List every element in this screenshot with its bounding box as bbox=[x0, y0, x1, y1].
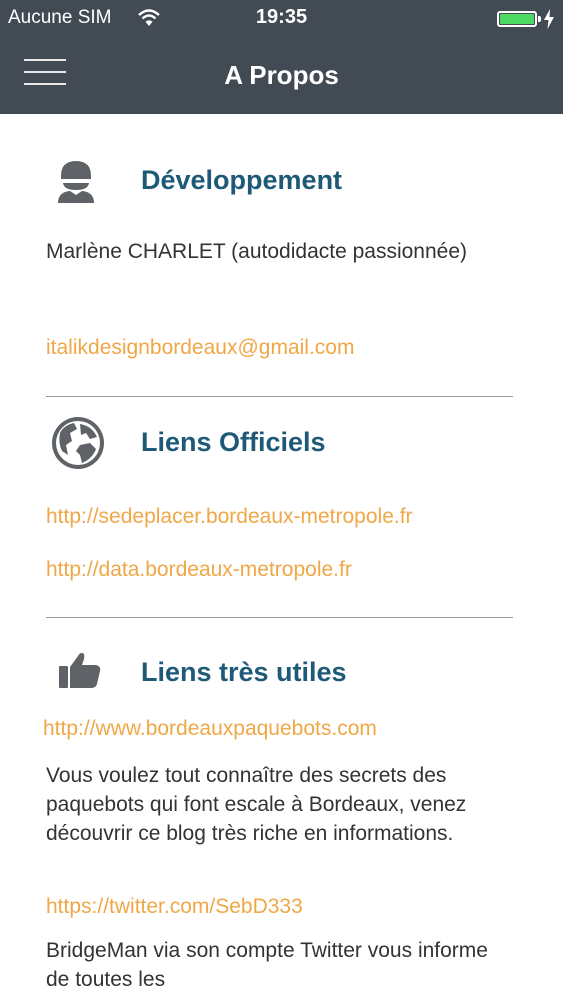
twitter-description: BridgeMan via son compte Twitter vous in… bbox=[46, 939, 488, 991]
battery-fill bbox=[500, 14, 534, 24]
status-bar: Aucune SIM 19:35 bbox=[0, 0, 563, 36]
battery-tip bbox=[538, 16, 541, 22]
section-divider bbox=[46, 617, 513, 618]
official-link-sedeplacer[interactable]: http://sedeplacer.bordeaux-metropole.fr bbox=[46, 505, 413, 529]
developer-name: Marlène CHARLET (autodidacte passionnée) bbox=[46, 240, 468, 263]
navigation-bar: A Propos bbox=[0, 36, 563, 114]
charging-bolt-icon bbox=[544, 9, 554, 29]
section-official-links-title: Liens Officiels bbox=[141, 427, 326, 457]
useful-link-paquebots[interactable]: http://www.bordeauxpaquebots.com bbox=[43, 717, 377, 741]
section-development-header: Développement bbox=[0, 154, 563, 214]
paquebots-description: Vous voulez tout connaître des secrets d… bbox=[46, 764, 467, 845]
globe-icon bbox=[52, 417, 104, 469]
official-link-data[interactable]: http://data.bordeaux-metropole.fr bbox=[46, 558, 352, 582]
battery-icon bbox=[497, 11, 537, 27]
section-useful-links-title: Liens très utiles bbox=[141, 657, 347, 687]
developer-email-link[interactable]: italikdesignbordeaux@gmail.com bbox=[46, 336, 354, 360]
thumbs-up-icon bbox=[59, 652, 101, 688]
useful-link-twitter[interactable]: https://twitter.com/SebD333 bbox=[46, 895, 303, 919]
section-development-title: Développement bbox=[141, 165, 343, 195]
section-official-links-header: Liens Officiels bbox=[0, 412, 563, 472]
status-time: 19:35 bbox=[255, 6, 308, 28]
section-useful-links-header: Liens très utiles bbox=[0, 644, 563, 704]
person-icon bbox=[58, 161, 94, 203]
section-divider bbox=[46, 396, 513, 397]
page-title: A Propos bbox=[224, 60, 339, 90]
